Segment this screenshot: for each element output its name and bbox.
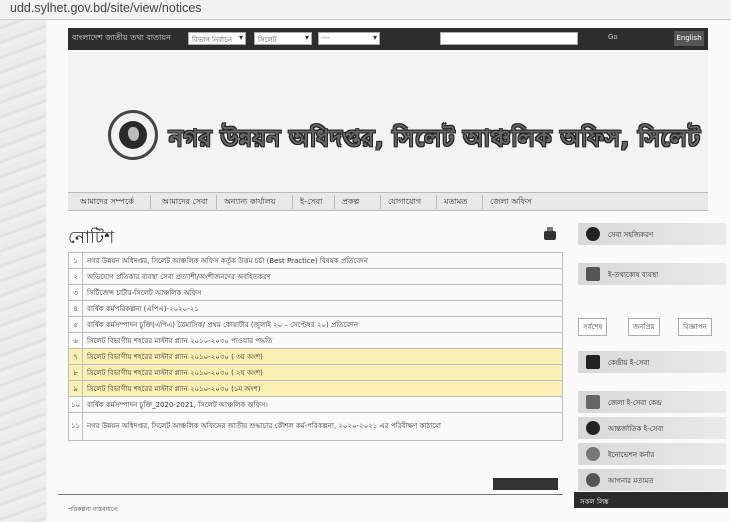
site-header: নগর উন্নয়ন অধিদপ্তর, সিলেট আঞ্চলিক অফিস… — [68, 52, 708, 202]
table-row[interactable]: ৬ সিলেট বিভাগীয় শহরের মাস্টার প্ল্যান ২০… — [68, 332, 563, 349]
nav-item-district-office[interactable]: জেলা অফিস — [490, 196, 532, 209]
table-row[interactable]: ১ নগর উন্নয়ন অধিদপ্তর, সিলেট আঞ্চলিক অফি… — [68, 252, 563, 269]
nav-item-feedback[interactable]: মতামত — [444, 196, 467, 209]
notice-link[interactable]: সিটিজেন্স চার্টার-সিলেট আঞ্চলিক অফিস — [82, 284, 563, 301]
sidebar-tabs: সর্বশেষ জনপ্রিয় বিজ্ঞাপন — [578, 315, 726, 336]
sidebar-district-eservice[interactable]: জেলা ই-সেবা কেন্দ্র — [578, 391, 726, 413]
web-page: বাংলাদেশ জাতীয় তথ্য বাতায়ন বিভাগ নির্ব… — [48, 22, 731, 522]
lightbulb-icon — [586, 447, 600, 461]
url-text[interactable]: udd.sylhet.gov.bd/site/view/notices — [10, 1, 202, 15]
chevron-down-icon: ▾ — [238, 33, 243, 42]
footer-text: পরিকল্পনা বাস্তবায়নে: — [68, 506, 119, 513]
row-number: ৮ — [68, 364, 83, 381]
go-button[interactable]: Go — [608, 33, 618, 41]
page-title: নোটিশ — [68, 228, 115, 248]
browser-address-bar[interactable]: udd.sylhet.gov.bd/site/view/notices — [0, 0, 731, 20]
language-button[interactable]: English — [674, 31, 704, 46]
nav-item-contact[interactable]: যোগাযোগ — [388, 196, 421, 209]
tab-popular[interactable]: জনপ্রিয় — [628, 318, 660, 336]
table-row[interactable]: ৩ সিটিজেন্স চার্টার-সিলেট আঞ্চলিক অফিস — [68, 284, 563, 301]
building-icon — [586, 395, 600, 409]
portal-label: বাংলাদেশ জাতীয় তথ্য বাতায়ন — [72, 33, 171, 42]
folder-icon — [586, 267, 600, 281]
notice-panel: নোটিশ ১ নগর উন্নয়ন অধিদপ্তর, সিলেট আঞ্চল… — [68, 225, 563, 505]
notice-link[interactable]: নগর উন্নয়ন অধিদপ্তর, সিলেট আঞ্চলিক অফিস… — [82, 252, 563, 269]
sidebar: সেবা সহজিকরণ ই-তথ্যকোষ ব্যবস্থা সর্বশেষ … — [578, 223, 726, 513]
more-notices-button[interactable] — [493, 478, 558, 490]
notice-link[interactable]: সিলেট বিভাগীয় শহরের মাস্টার প্ল্যান ২০১… — [82, 380, 563, 397]
notice-link[interactable]: বার্ষিক কর্মপরিকল্পনা (এপিএ)-২০২০-২১ — [82, 300, 563, 317]
tab-ads[interactable]: বিজ্ঞাপন — [678, 318, 712, 336]
row-number: ৭ — [68, 348, 83, 365]
globe-icon — [586, 421, 600, 435]
sidebar-feedback[interactable]: আপনার মতামত — [578, 469, 726, 491]
table-row[interactable]: ৯ সিলেট বিভাগীয় শহরের মাস্টার প্ল্যান ২০… — [68, 380, 563, 397]
row-number: ১ — [68, 252, 83, 269]
table-row[interactable]: ১১ নগর উন্নয়ন অধিদপ্তর, সিলেট আঞ্চলিক অফ… — [68, 412, 563, 441]
row-number: ৪ — [68, 300, 83, 317]
notice-link[interactable]: সিলেট বিভাগীয় শহরের মাস্টার প্ল্যান ২০১… — [82, 348, 563, 365]
table-row[interactable]: ৫ বার্ষিক কর্মসম্পাদন চুক্তি(এপিএ) ত্রৈমা… — [68, 316, 563, 333]
nav-item-eservice[interactable]: ই-সেবা — [300, 196, 322, 209]
site-title: নগর উন্নয়ন অধিদপ্তর, সিলেট আঞ্চলিক অফিস… — [169, 126, 701, 152]
upazila-select[interactable]: --- ▾ — [318, 32, 380, 45]
nav-item-other-offices[interactable]: অন্যান্য কার্যালয় — [224, 196, 276, 209]
nav-item-about[interactable]: আমাদের সম্পর্কে — [80, 196, 134, 209]
sidebar-einfo[interactable]: ই-তথ্যকোষ ব্যবস্থা — [578, 263, 726, 285]
notice-link[interactable]: বার্ষিক কর্মসম্পাদন চুক্তি_2020-2021, সি… — [82, 396, 563, 413]
footer-divider — [58, 494, 563, 495]
chevron-down-icon: ▾ — [304, 33, 309, 42]
table-row[interactable]: ২ অভিযোগ প্রতিকার ব্যবস্থা সেবা প্রত্যাশী… — [68, 268, 563, 285]
tab-latest[interactable]: সর্বশেষ — [578, 318, 608, 336]
row-number: ১১ — [68, 412, 83, 441]
notice-link[interactable]: বার্ষিক কর্মসম্পাদন চুক্তি(এপিএ) ত্রৈমাস… — [82, 316, 563, 333]
sidebar-international-eservice[interactable]: আন্তর্জাতিক ই-সেবা — [578, 417, 726, 439]
nav-item-projects[interactable]: প্রকল্প — [342, 196, 359, 209]
district-select[interactable]: সিলেট ▾ — [254, 32, 312, 45]
notice-link[interactable]: সিলেট বিভাগীয় শহরের মাস্টার প্ল্যান ২০১… — [82, 364, 563, 381]
print-icon[interactable] — [544, 227, 556, 240]
all-links-bar[interactable]: সকল লিঙ্ক — [574, 492, 728, 508]
service-icon — [586, 227, 600, 241]
main-nav: আমাদের সম্পর্কে আমাদের সেবা অন্যান্য কার… — [68, 192, 708, 211]
scan-margin — [0, 20, 46, 522]
row-number: ৯ — [68, 380, 83, 397]
sidebar-service-simplification[interactable]: সেবা সহজিকরণ — [578, 223, 726, 245]
row-number: ৩ — [68, 284, 83, 301]
notice-link[interactable]: নগর উন্নয়ন অধিদপ্তর, সিলেট আঞ্চলিক অফিস… — [82, 412, 563, 441]
table-row[interactable]: ৭ সিলেট বিভাগীয় শহরের মাস্টার প্ল্যান ২০… — [68, 348, 563, 365]
chat-icon — [586, 473, 600, 487]
eservice-icon — [586, 355, 600, 369]
nav-item-services[interactable]: আমাদের সেবা — [162, 196, 208, 209]
notice-table: ১ নগর উন্নয়ন অধিদপ্তর, সিলেট আঞ্চলিক অফি… — [68, 252, 563, 441]
table-row[interactable]: ১০ বার্ষিক কর্মসম্পাদন চুক্তি_2020-2021, … — [68, 396, 563, 413]
row-number: ১০ — [68, 396, 83, 413]
notice-link[interactable]: সিলেট বিভাগীয় শহরের মাস্টার প্ল্যান ২০১… — [82, 332, 563, 349]
search-input[interactable] — [440, 32, 578, 45]
notice-link[interactable]: অভিযোগ প্রতিকার ব্যবস্থা সেবা প্রত্যাশী/… — [82, 268, 563, 285]
row-number: ৫ — [68, 316, 83, 333]
row-number: ৬ — [68, 332, 83, 349]
govt-logo[interactable] — [108, 110, 158, 160]
chevron-down-icon: ▾ — [372, 33, 377, 42]
division-select[interactable]: বিভাগ নির্বাচন ▾ — [188, 32, 246, 45]
top-bar: বাংলাদেশ জাতীয় তথ্য বাতায়ন বিভাগ নির্ব… — [68, 28, 708, 50]
sidebar-central-eservice[interactable]: কেন্দ্রীয় ই-সেবা — [578, 351, 726, 373]
sidebar-innovation-corner[interactable]: ইনোভেশন কর্নার — [578, 443, 726, 465]
table-row[interactable]: ৮ সিলেট বিভাগীয় শহরের মাস্টার প্ল্যান ২০… — [68, 364, 563, 381]
row-number: ২ — [68, 268, 83, 285]
table-row[interactable]: ৪ বার্ষিক কর্মপরিকল্পনা (এপিএ)-২০২০-২১ — [68, 300, 563, 317]
